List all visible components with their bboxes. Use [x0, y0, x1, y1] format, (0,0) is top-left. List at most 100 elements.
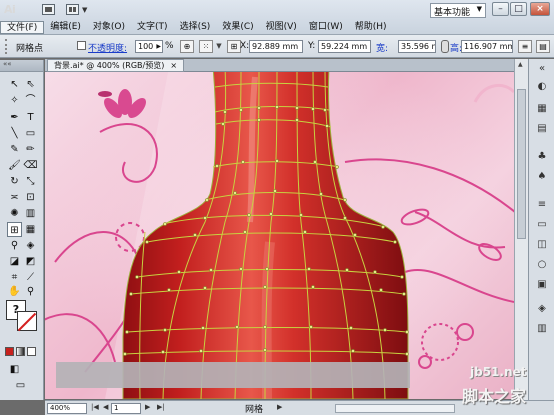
hand-tool-icon[interactable]: ✋ — [7, 284, 22, 299]
line-tool-icon[interactable]: ╲ — [7, 126, 22, 141]
arrange-documents-icon[interactable] — [66, 4, 79, 15]
gradient-tool-icon[interactable]: ▦ — [23, 222, 38, 237]
artboard-tool-icon[interactable]: ⌗ — [7, 270, 22, 285]
type-tool-icon[interactable]: T — [23, 110, 38, 125]
tools-panel-header[interactable] — [0, 60, 43, 72]
minimize-button[interactable]: – — [492, 2, 509, 16]
chevron-down-icon[interactable]: ▼ — [214, 40, 224, 53]
gradient-mode-icon[interactable] — [16, 347, 25, 356]
reference-point-icon[interactable]: ⁙ — [199, 40, 213, 53]
brushes-panel-icon[interactable]: ♣ — [536, 151, 548, 163]
color-panel-icon[interactable]: ◐ — [536, 81, 548, 93]
opacity-link[interactable]: 不透明度: — [88, 41, 127, 54]
rectangle-tool-icon[interactable]: ▭ — [23, 126, 38, 141]
artboards-panel-icon[interactable]: ▥ — [536, 323, 548, 335]
menu-view[interactable]: 视图(V) — [260, 21, 303, 34]
live-paint-tool-icon[interactable]: ◪ — [7, 254, 22, 269]
workspace-label: 基本功能 — [434, 8, 471, 18]
graphic-styles-panel-icon[interactable]: ▣ — [536, 279, 548, 291]
page-field[interactable]: 1 — [111, 403, 141, 414]
scroll-thumb[interactable] — [517, 89, 526, 239]
maximize-button[interactable]: □ — [510, 2, 527, 16]
transparency-panel-icon[interactable]: ◫ — [536, 239, 548, 251]
menu-edit[interactable]: 编辑(E) — [44, 21, 87, 34]
first-page-icon[interactable]: |◀ — [91, 403, 99, 411]
document-tab-bar: 背景.ai* @ 400% (RGB/预览) × — [45, 59, 515, 72]
last-page-icon[interactable]: ▶| — [157, 403, 165, 411]
zoom-tool-icon[interactable]: ⚲ — [23, 284, 38, 299]
next-page-icon[interactable]: ▶ — [145, 403, 150, 411]
chevron-down-icon[interactable]: ▼ — [82, 6, 87, 14]
opacity-unit: % — [165, 41, 174, 51]
menu-help[interactable]: 帮助(H) — [349, 21, 393, 34]
swatches-panel-icon[interactable]: ▤ — [536, 123, 548, 135]
tools-panel: ↖ ⇖ ✧ ⌒ ✒ T ╲ ▭ ✎ ✏ 🖌 ⌫ ↻ ⤡ ≍ ⊡ ✺ ▥ ⊞ ▦ … — [0, 60, 44, 400]
selection-tool-icon[interactable]: ↖ — [7, 77, 22, 92]
options-icon[interactable]: ▤ — [536, 40, 550, 53]
symbol-sprayer-tool-icon[interactable]: ✺ — [7, 206, 22, 221]
y-field[interactable]: 59.224 mm — [318, 40, 371, 53]
pen-tool-icon[interactable]: ✒ — [7, 110, 22, 125]
close-button[interactable]: × — [530, 2, 550, 16]
color-mode-icon[interactable] — [5, 347, 14, 356]
gradient-panel-icon[interactable]: ▭ — [536, 219, 548, 231]
draw-mode-icon[interactable]: ◧ — [7, 362, 22, 377]
menu-window[interactable]: 窗口(W) — [303, 21, 349, 34]
scale-tool-icon[interactable]: ⤡ — [23, 174, 38, 189]
appearance-panel-icon[interactable]: ○ — [536, 259, 548, 271]
none-mode-icon[interactable] — [27, 347, 36, 356]
eraser-tool-icon[interactable]: ⌫ — [23, 158, 38, 173]
width-tool-icon[interactable]: ≍ — [7, 190, 22, 205]
menu-effect[interactable]: 效果(C) — [216, 21, 259, 34]
panel-grip[interactable] — [5, 39, 8, 54]
blob-brush-tool-icon[interactable]: 🖌 — [7, 158, 22, 173]
eyedropper-tool-icon[interactable]: ⚲ — [7, 238, 22, 253]
expand-panels-icon[interactable]: « — [536, 63, 548, 75]
x-field[interactable]: 92.889 mm — [249, 40, 303, 53]
link-icon[interactable] — [441, 40, 449, 53]
menu-type[interactable]: 文字(T) — [131, 21, 174, 34]
lasso-tool-icon[interactable]: ⌒ — [23, 93, 38, 108]
screen-mode-icon[interactable]: ▭ — [13, 378, 28, 393]
prev-page-icon[interactable]: ◀ — [103, 403, 108, 411]
current-tool-status: 网格 — [245, 405, 264, 415]
mesh-point-icon[interactable]: ⊕ — [180, 40, 194, 53]
horizontal-scrollbar[interactable] — [335, 404, 455, 413]
rotate-tool-icon[interactable]: ↻ — [7, 174, 22, 189]
menu-file[interactable]: 文件(F) — [0, 21, 45, 34]
transform-icon[interactable]: ⊞ — [227, 40, 241, 53]
layers-panel-icon[interactable]: ◈ — [536, 303, 548, 315]
paintbrush-tool-icon[interactable]: ✎ — [7, 142, 22, 157]
menu-select[interactable]: 选择(S) — [174, 21, 217, 34]
opacity-mask-toggle[interactable] — [77, 41, 86, 50]
stroke-swatch[interactable] — [17, 311, 37, 331]
panel-menu-icon[interactable]: ≡ — [518, 40, 532, 53]
color-guide-icon[interactable]: ▦ — [536, 103, 548, 115]
direct-selection-tool-icon[interactable]: ⇖ — [23, 77, 38, 92]
height-field[interactable]: 116.907 mm — [461, 40, 513, 53]
column-graph-tool-icon[interactable]: ▥ — [23, 206, 38, 221]
status-menu-icon[interactable]: ▶ — [277, 403, 282, 411]
bridge-icon[interactable] — [42, 4, 55, 15]
artboard-canvas[interactable] — [45, 72, 514, 399]
workspace-switcher[interactable]: 基本功能 ▼ — [430, 3, 486, 18]
scroll-up-icon[interactable]: ▲ — [518, 61, 523, 68]
close-icon[interactable]: × — [170, 61, 177, 70]
mesh-tool-icon[interactable]: ⊞ — [7, 222, 22, 237]
zoom-field[interactable]: 400% — [47, 403, 87, 414]
slice-tool-icon[interactable]: ⟋ — [23, 270, 38, 285]
vertical-scrollbar[interactable]: ▲ ▼ — [514, 59, 528, 400]
opacity-value: 100 — [138, 42, 154, 51]
symbols-panel-icon[interactable]: ♠ — [536, 171, 548, 183]
stroke-panel-icon[interactable]: ≡ — [536, 199, 548, 211]
menu-object[interactable]: 对象(O) — [87, 21, 131, 34]
free-transform-tool-icon[interactable]: ⊡ — [23, 190, 38, 205]
width-field[interactable]: 35.596 mm — [398, 40, 436, 53]
pencil-tool-icon[interactable]: ✏ — [23, 142, 38, 157]
opacity-field[interactable]: 100 ▶ — [135, 40, 163, 53]
blend-tool-icon[interactable]: ◈ — [23, 238, 38, 253]
magic-wand-tool-icon[interactable]: ✧ — [7, 93, 22, 108]
live-paint-selection-tool-icon[interactable]: ◩ — [23, 254, 38, 269]
document-tab[interactable]: 背景.ai* @ 400% (RGB/预览) × — [47, 59, 185, 72]
overlay-bar — [56, 362, 410, 388]
